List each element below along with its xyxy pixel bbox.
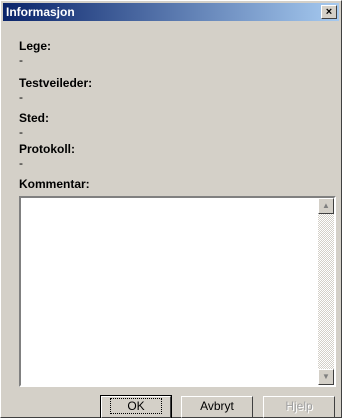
help-button[interactable]: Hjelp xyxy=(263,396,335,418)
testveileder-label: Testveileder: xyxy=(19,76,93,90)
kommentar-label: Kommentar: xyxy=(19,177,90,191)
ok-button[interactable]: OK xyxy=(100,395,172,418)
comment-textarea[interactable]: ▲ ▼ xyxy=(19,196,336,387)
info-dialog: Informasjon × Lege: - Testveileder: - St… xyxy=(0,0,342,418)
cancel-button[interactable]: Avbryt xyxy=(181,396,253,418)
sted-label: Sted: xyxy=(19,111,49,125)
lege-label: Lege: xyxy=(19,39,52,53)
scroll-down-icon[interactable]: ▼ xyxy=(318,369,334,385)
title-bar: Informasjon × xyxy=(3,3,339,21)
close-button[interactable]: × xyxy=(321,5,337,19)
protokoll-value: - xyxy=(19,156,23,170)
vertical-scrollbar[interactable]: ▲ ▼ xyxy=(318,198,334,385)
scroll-up-icon[interactable]: ▲ xyxy=(318,198,334,214)
ok-button-label: OK xyxy=(110,398,162,414)
protokoll-label: Protokoll: xyxy=(19,142,75,156)
lege-value: - xyxy=(19,53,23,67)
testveileder-value: - xyxy=(19,90,23,104)
sted-value: - xyxy=(19,125,23,139)
window-title: Informasjon xyxy=(6,5,75,19)
